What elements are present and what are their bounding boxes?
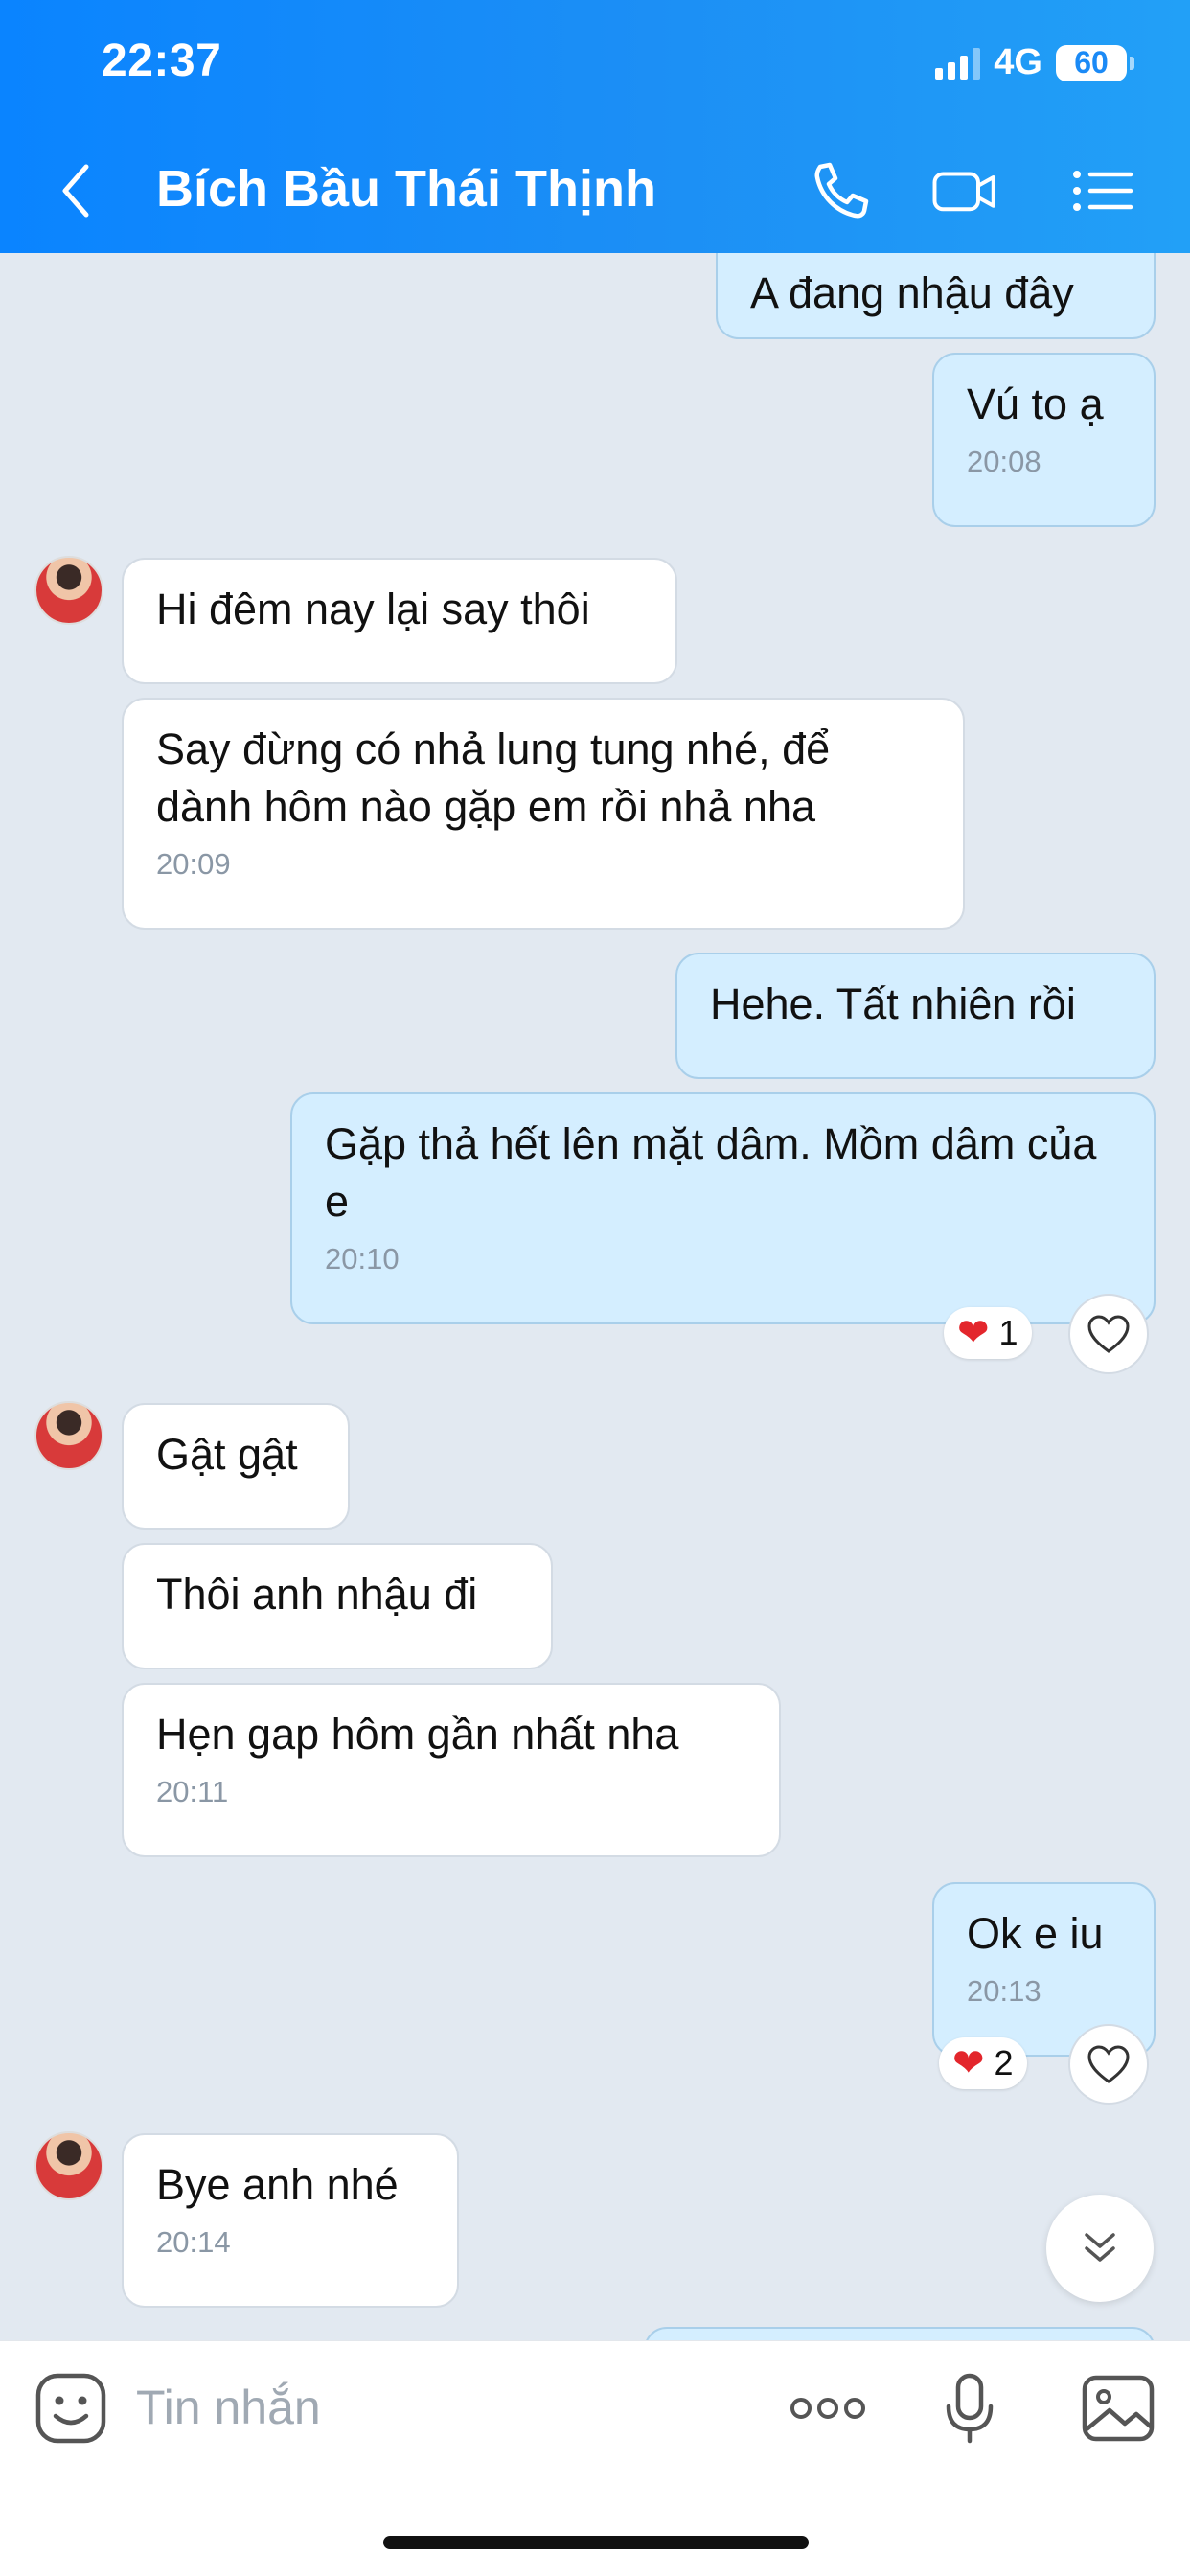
message-time: 20:08 — [967, 445, 1041, 478]
like-button[interactable] — [1068, 2024, 1149, 2104]
status-time: 22:37 — [102, 35, 222, 86]
contact-avatar[interactable] — [34, 2131, 103, 2200]
message-bubble-sent[interactable]: Vú to ạ 20:08 — [932, 353, 1156, 527]
scroll-to-bottom-button[interactable] — [1046, 2195, 1154, 2302]
message-text: Hẹn gap hôm gần nhất nha — [156, 1710, 679, 1759]
heart-reaction-icon: ❤ — [952, 2042, 985, 2084]
contact-avatar[interactable] — [34, 556, 103, 625]
heart-outline-icon — [1087, 1315, 1130, 1353]
message-text: Gật gật — [156, 1430, 298, 1479]
message-text: Vú to ạ — [967, 380, 1104, 428]
message-time: 20:09 — [156, 847, 231, 881]
message-text: Hehe. Tất nhiên rồi — [710, 979, 1076, 1028]
mic-icon[interactable] — [941, 2370, 998, 2447]
message-input[interactable]: Tin nhắn — [136, 2380, 321, 2435]
message-text: Say đừng có nhả lung tung nhé, để dành h… — [156, 724, 831, 831]
message-bubble-received[interactable]: Thôi anh nhậu đi — [122, 1543, 553, 1669]
menu-icon[interactable] — [1069, 159, 1136, 222]
message-bubble-sent-partial[interactable] — [644, 2327, 1156, 2340]
message-bubble-received[interactable]: Say đừng có nhả lung tung nhé, để dành h… — [122, 698, 965, 930]
sticker-icon[interactable] — [33, 2370, 109, 2447]
image-icon[interactable] — [1081, 2370, 1156, 2447]
like-button[interactable] — [1068, 1294, 1149, 1374]
back-icon[interactable] — [57, 159, 96, 222]
message-time: 20:13 — [967, 1974, 1041, 2008]
chat-header: 22:37 4G 60 Bích Bầu Thái Thịnh — [0, 0, 1190, 253]
message-list[interactable]: A đang nhậu đây Vú to ạ 20:08 Hi đêm nay… — [0, 253, 1190, 2340]
message-bubble-sent[interactable]: A đang nhậu đây — [716, 253, 1156, 339]
video-icon[interactable] — [931, 159, 998, 222]
more-icon[interactable] — [788, 2370, 868, 2447]
message-text: Hi đêm nay lại say thôi — [156, 585, 590, 633]
heart-outline-icon — [1087, 2045, 1130, 2083]
message-bubble-received[interactable]: Bye anh nhé 20:14 — [122, 2133, 459, 2308]
reaction-count: 1 — [998, 1313, 1018, 1352]
reaction-badge[interactable]: ❤ 1 — [944, 1307, 1032, 1359]
message-text: Thôi anh nhậu đi — [156, 1570, 478, 1619]
home-indicator — [383, 2536, 809, 2549]
contact-avatar[interactable] — [34, 1401, 103, 1470]
message-bubble-received[interactable]: Hẹn gap hôm gần nhất nha 20:11 — [122, 1683, 781, 1857]
message-text: Gặp thả hết lên mặt dâm. Mồm dâm của e — [325, 1119, 1097, 1226]
message-bubble-sent[interactable]: Hehe. Tất nhiên rồi — [675, 953, 1156, 1079]
battery-icon: 60 — [1056, 44, 1134, 81]
message-time: 20:11 — [156, 1775, 229, 1808]
reaction-badge[interactable]: ❤ 2 — [939, 2037, 1027, 2089]
message-bubble-received[interactable]: Gật gật — [122, 1403, 350, 1530]
message-text: Ok e iu — [967, 1909, 1104, 1958]
heart-reaction-icon: ❤ — [957, 1312, 990, 1354]
message-text: Bye anh nhé — [156, 2160, 399, 2209]
network-type: 4G — [994, 42, 1042, 82]
message-time: 20:10 — [325, 1242, 400, 1276]
message-bubble-received[interactable]: Hi đêm nay lại say thôi — [122, 558, 677, 684]
message-time: 20:14 — [156, 2225, 231, 2259]
phone-icon[interactable] — [803, 159, 870, 222]
reaction-count: 2 — [994, 2043, 1014, 2082]
status-indicators: 4G 60 — [935, 42, 1134, 83]
signal-icon — [935, 47, 981, 80]
message-text: A đang nhậu đây — [750, 268, 1074, 317]
chat-title[interactable]: Bích Bầu Thái Thịnh — [156, 159, 656, 218]
message-bubble-sent[interactable]: Gặp thả hết lên mặt dâm. Mồm dâm của e 2… — [290, 1092, 1156, 1324]
chevron-double-down-icon — [1085, 2233, 1115, 2262]
